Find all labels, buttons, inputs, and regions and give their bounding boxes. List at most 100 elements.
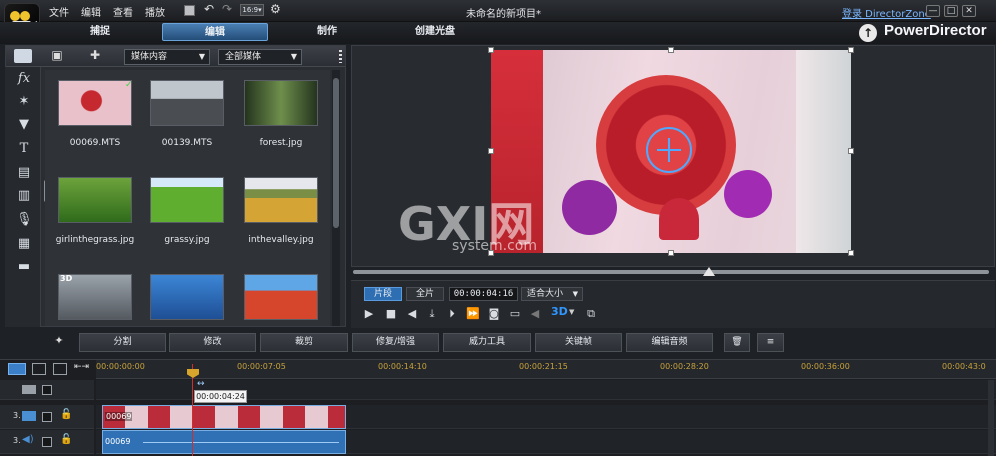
fast-forward-icon[interactable]: ⏩ <box>466 307 480 321</box>
media-filter-dropdown[interactable]: 全部媒体 ▼ <box>218 49 302 65</box>
settings-gear-icon[interactable]: ⚙ <box>270 2 281 16</box>
chevron-down-icon: ▼ <box>290 52 297 61</box>
audio-track-checkbox[interactable] <box>42 437 52 447</box>
more-options-icon[interactable] <box>339 50 342 63</box>
plugins-puzzle-icon[interactable]: ✚ <box>86 48 104 64</box>
fit-size-dropdown[interactable]: 适合大小 ▼ <box>521 287 583 301</box>
transition-icon[interactable]: ▼ <box>16 117 32 133</box>
close-button[interactable]: ✕ <box>962 5 976 17</box>
resize-handle[interactable] <box>488 250 494 256</box>
edit-toolbar: ✦ 分割 修改 裁剪 修复/增强 威力工具 关键帧 编辑音频 🗑 ≡ <box>44 333 796 353</box>
login-link[interactable]: 登录 DirectorZone <box>842 5 931 20</box>
particle-icon[interactable]: ✶ <box>16 94 32 110</box>
import-media-icon[interactable]: ▣ <box>48 48 66 64</box>
resize-handle[interactable] <box>488 47 494 53</box>
pip-icon[interactable]: ▤ <box>16 165 32 181</box>
redo-icon[interactable]: ↷ <box>222 2 232 16</box>
resize-handle[interactable] <box>848 148 854 154</box>
power-tools-button[interactable]: 威力工具 <box>443 333 531 352</box>
media-thumb[interactable] <box>150 80 224 126</box>
timeline-scrollbar[interactable] <box>988 380 994 456</box>
preview-video-frame[interactable] <box>491 50 851 253</box>
clip-mode-button[interactable]: 片段 <box>364 287 402 301</box>
previous-frame-icon[interactable]: ◀ <box>405 307 419 321</box>
media-content-value: 媒体内容 <box>131 52 168 62</box>
stop-icon[interactable]: ■ <box>384 307 398 321</box>
video-track-checkbox[interactable] <box>42 412 52 422</box>
timecode-display[interactable]: 00:00:04:16 <box>449 287 518 301</box>
preview-scrub-bar[interactable] <box>353 270 989 274</box>
minimize-button[interactable]: — <box>926 5 940 17</box>
menu-file[interactable]: 文件 <box>49 4 69 19</box>
media-content-dropdown[interactable]: 媒体内容 ▼ <box>124 49 210 65</box>
maximize-button[interactable]: □ <box>944 5 958 17</box>
resize-handle[interactable] <box>668 47 674 53</box>
media-thumb[interactable] <box>150 177 224 223</box>
tab-produce[interactable]: 制作 <box>297 23 357 41</box>
used-check-icon: ✓ <box>125 80 133 90</box>
undo-icon[interactable]: ↶ <box>204 2 214 16</box>
media-thumb[interactable] <box>150 274 224 320</box>
tab-edit[interactable]: 编辑 <box>162 23 268 41</box>
mark-in-icon[interactable]: ⤓ <box>425 307 439 321</box>
scrub-knob[interactable] <box>703 267 716 276</box>
modify-button[interactable]: 修改 <box>169 333 256 352</box>
library-scrollbar-thumb[interactable] <box>333 78 339 228</box>
dual-monitor-icon[interactable]: ▭ <box>508 307 522 321</box>
chapter-icon[interactable]: ▦ <box>16 236 32 252</box>
fit-timeline-icon[interactable]: ⇤⇥ <box>74 362 89 372</box>
resize-handle[interactable] <box>488 148 494 154</box>
tab-create-disc[interactable]: 创建光盘 <box>399 23 471 41</box>
media-thumb[interactable] <box>244 80 318 126</box>
menu-edit[interactable]: 编辑 <box>81 4 101 19</box>
media-name: girlinthegrass.jpg <box>55 235 135 245</box>
storyboard-view-icon[interactable] <box>32 363 46 375</box>
chevron-down-icon: ▼ <box>198 52 205 61</box>
media-thumb[interactable] <box>244 177 318 223</box>
more-tools-icon[interactable]: ≡ <box>757 333 784 352</box>
timeline-view-icon[interactable] <box>8 363 26 375</box>
resize-handle[interactable] <box>848 47 854 53</box>
media-room-icon[interactable] <box>14 49 32 63</box>
track-manager-icon[interactable] <box>53 363 67 375</box>
tab-capture[interactable]: 捕捉 <box>70 23 130 41</box>
chevron-down-icon[interactable]: ▼ <box>569 308 574 316</box>
save-icon[interactable] <box>184 5 195 16</box>
lock-icon[interactable]: 🔓 <box>60 409 72 420</box>
delete-trash-icon[interactable]: 🗑 <box>724 333 750 352</box>
microphone-icon[interactable]: 🎙 <box>16 212 33 228</box>
fx-icon[interactable]: fx <box>16 71 32 87</box>
trim-button[interactable]: 裁剪 <box>260 333 348 352</box>
menu-play[interactable]: 播放 <box>145 4 165 19</box>
track-header-video: 3. 🔓 <box>0 405 94 429</box>
volume-icon[interactable]: ◀ <box>528 307 542 321</box>
upload-arrow-icon[interactable]: ↑ <box>859 24 877 42</box>
3d-toggle[interactable]: 3D <box>551 305 568 318</box>
split-button[interactable]: 分割 <box>79 333 166 352</box>
snapshot-camera-icon[interactable]: ◙ <box>487 307 501 321</box>
movie-mode-button[interactable]: 全片 <box>406 287 444 301</box>
menu-view[interactable]: 查看 <box>113 4 133 19</box>
media-thumb[interactable] <box>58 177 132 223</box>
magic-tools-icon[interactable]: ✦ <box>49 334 69 351</box>
play-icon[interactable]: ▶ <box>362 307 376 321</box>
resize-handle[interactable] <box>668 250 674 256</box>
audio-clip[interactable]: 00069 <box>102 430 346 454</box>
title-text-icon[interactable]: T <box>16 141 32 157</box>
edit-audio-button[interactable]: 编辑音频 <box>626 333 713 352</box>
subtitle-icon[interactable]: ▬ <box>16 259 32 275</box>
media-thumb[interactable] <box>244 274 318 320</box>
next-frame-icon[interactable]: ⏵ <box>445 307 459 321</box>
lock-icon[interactable]: 🔓 <box>60 434 72 445</box>
undock-preview-icon[interactable]: ⧉ <box>584 307 598 321</box>
tick-label: 00:00:07:05 <box>237 362 286 371</box>
fix-enhance-button[interactable]: 修复/增强 <box>352 333 439 352</box>
resolution-icon[interactable]: 16:9▾ <box>240 4 264 16</box>
video-clip[interactable]: 00069 <box>102 405 346 429</box>
resize-handle[interactable] <box>848 250 854 256</box>
audio-mixer-icon[interactable]: ▥ <box>16 188 32 204</box>
media-thumb[interactable] <box>58 80 132 126</box>
timeline-ruler[interactable]: 00:00:00:00 00:00:07:05 00:00:14:10 00:0… <box>96 360 996 379</box>
track-enable-checkbox[interactable] <box>42 385 52 395</box>
keyframe-button[interactable]: 关键帧 <box>535 333 622 352</box>
